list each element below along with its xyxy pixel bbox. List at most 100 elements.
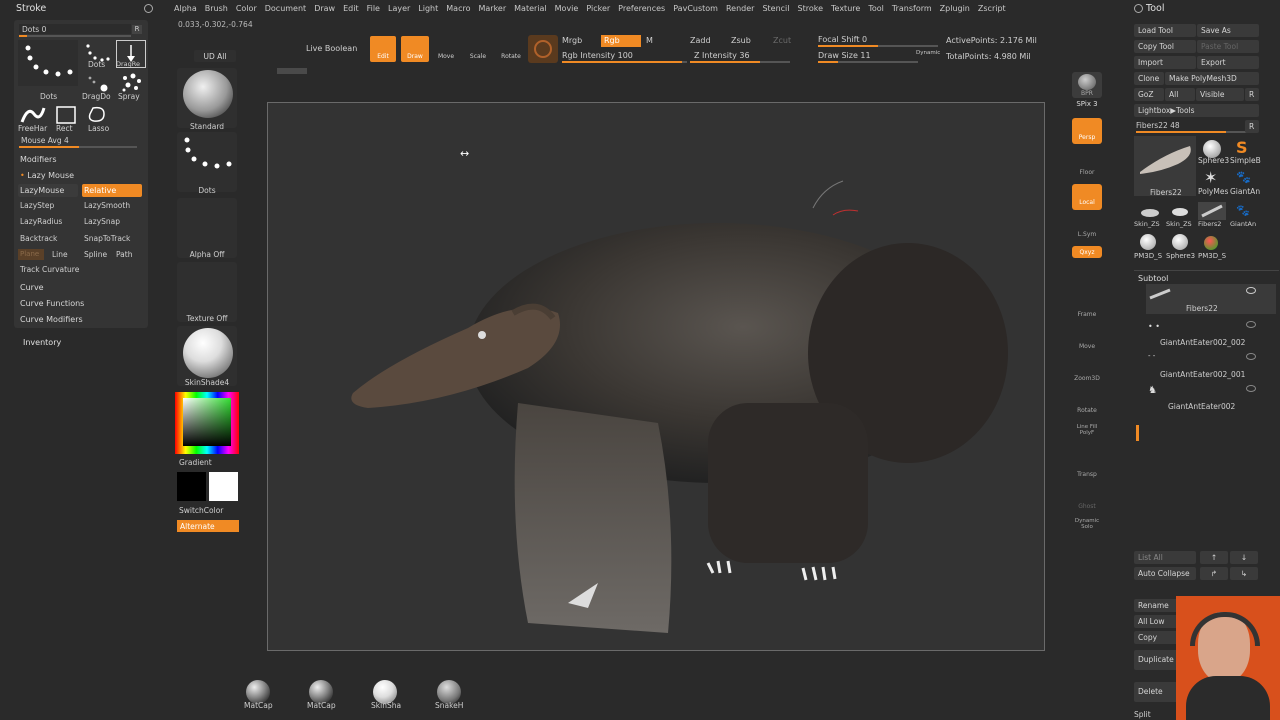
gradient-button[interactable]: Gradient bbox=[179, 458, 243, 467]
menu-document[interactable]: Document bbox=[261, 0, 310, 13]
backtrack-button[interactable]: Backtrack bbox=[20, 234, 57, 243]
menu-brush[interactable]: Brush bbox=[201, 0, 232, 13]
mrgb-button[interactable]: Mrgb bbox=[562, 36, 582, 45]
z-intensity-slider[interactable]: Z Intensity 36 bbox=[694, 51, 750, 60]
giantanteater-tool-icon[interactable]: 🐾 bbox=[1236, 204, 1250, 217]
plane-button[interactable]: Plane bbox=[18, 249, 44, 260]
subtool-scrollbar[interactable] bbox=[1136, 425, 1139, 441]
relative-button[interactable]: Relative bbox=[82, 184, 142, 197]
curve-section[interactable]: Curve bbox=[20, 283, 44, 292]
menu-pavcustom[interactable]: PavCustom bbox=[669, 0, 722, 13]
dots-slider[interactable]: Dots 0 bbox=[19, 24, 131, 34]
track-curvature-slider[interactable]: Track Curvature bbox=[20, 265, 79, 274]
rotate-button[interactable]: Rotate bbox=[497, 36, 525, 62]
fibers-tool-2[interactable] bbox=[1198, 202, 1226, 220]
mouse-avg-slider[interactable]: Mouse Avg 4 bbox=[19, 135, 137, 145]
subtool-section[interactable]: Subtool bbox=[1138, 274, 1168, 283]
auto-collapse-button[interactable]: Auto Collapse bbox=[1134, 567, 1196, 580]
lazy-mouse-section[interactable]: • Lazy Mouse bbox=[20, 171, 74, 180]
m-button[interactable]: M bbox=[646, 36, 653, 45]
zadd-button[interactable]: Zadd bbox=[690, 36, 711, 45]
line-button[interactable]: Line bbox=[52, 250, 68, 259]
menu-edit[interactable]: Edit bbox=[339, 0, 363, 13]
menu-material[interactable]: Material bbox=[510, 0, 551, 13]
menu-layer[interactable]: Layer bbox=[384, 0, 414, 13]
curve-functions-section[interactable]: Curve Functions bbox=[20, 299, 84, 308]
frame-button[interactable]: Frame bbox=[1072, 296, 1102, 322]
export-button[interactable]: Export bbox=[1197, 56, 1259, 69]
qxyz-button[interactable]: Qxyz bbox=[1072, 246, 1102, 258]
ghost-button[interactable]: Ghost bbox=[1072, 488, 1102, 514]
scroll-handle[interactable] bbox=[277, 68, 307, 74]
menu-draw[interactable]: Draw bbox=[310, 0, 339, 13]
bpr-button[interactable]: BPR bbox=[1072, 72, 1102, 98]
visibility-eye-icon[interactable] bbox=[1246, 321, 1256, 328]
texture-off-button[interactable] bbox=[177, 262, 237, 322]
move-up-button[interactable]: ↱ bbox=[1200, 567, 1228, 580]
visibility-eye-icon[interactable] bbox=[1246, 385, 1256, 392]
giantanteater-tool-icon[interactable]: 🐾 bbox=[1236, 170, 1251, 184]
draw-button[interactable]: Draw bbox=[401, 36, 429, 62]
goz-all-button[interactable]: All bbox=[1165, 88, 1195, 101]
tool-slider[interactable]: Fibers22 48 bbox=[1136, 121, 1180, 130]
live-boolean-button[interactable]: Live Boolean bbox=[306, 44, 357, 53]
zoom3d-button[interactable]: Zoom3D bbox=[1072, 360, 1102, 386]
material-swatch[interactable] bbox=[528, 35, 558, 63]
polymesh-star-icon[interactable]: ✶ bbox=[1204, 168, 1217, 187]
subtool-row-fibers[interactable]: Fibers22 bbox=[1146, 284, 1276, 314]
skin-zs-tool-1[interactable] bbox=[1138, 206, 1162, 218]
simplebrush-tool-icon[interactable]: S bbox=[1236, 138, 1248, 157]
menu-picker[interactable]: Picker bbox=[582, 0, 614, 13]
split-section[interactable]: Split bbox=[1134, 710, 1151, 719]
move-view-button[interactable]: Move bbox=[1072, 328, 1102, 354]
menu-file[interactable]: File bbox=[363, 0, 384, 13]
subtool-row-anteater[interactable]: ♞ GiantAntEater002 bbox=[1146, 382, 1276, 412]
zcut-button[interactable]: Zcut bbox=[773, 36, 791, 45]
menu-marker[interactable]: Marker bbox=[474, 0, 510, 13]
panel-dock-icon[interactable] bbox=[1134, 4, 1143, 13]
sphere3d-tool-icon[interactable] bbox=[1172, 234, 1188, 250]
goz-button[interactable]: GoZ bbox=[1134, 88, 1164, 101]
visibility-eye-icon[interactable] bbox=[1246, 287, 1256, 294]
edit-button[interactable]: Edit bbox=[370, 36, 396, 62]
menu-texture[interactable]: Texture bbox=[827, 0, 864, 13]
copy-tool-button[interactable]: Copy Tool bbox=[1134, 40, 1196, 53]
visibility-eye-icon[interactable] bbox=[1246, 353, 1256, 360]
menu-zplugin[interactable]: Zplugin bbox=[936, 0, 974, 13]
menu-transform[interactable]: Transform bbox=[888, 0, 936, 13]
menu-light[interactable]: Light bbox=[414, 0, 442, 13]
arrow-up-button[interactable]: ↑ bbox=[1200, 551, 1228, 564]
lazyradius-slider[interactable]: LazyRadius bbox=[20, 217, 62, 226]
tool-r-button[interactable]: R bbox=[1245, 120, 1259, 133]
menu-tool[interactable]: Tool bbox=[864, 0, 888, 13]
lazysmooth-slider[interactable]: LazySmooth bbox=[84, 201, 130, 210]
stroke-dots-shelf-button[interactable] bbox=[177, 132, 237, 192]
menu-stroke[interactable]: Stroke bbox=[794, 0, 828, 13]
inventory-section[interactable]: Inventory bbox=[23, 338, 61, 347]
arrow-down-button[interactable]: ↓ bbox=[1230, 551, 1258, 564]
rgb-intensity-slider[interactable]: Rgb Intensity 100 bbox=[562, 51, 633, 60]
move-button[interactable]: Move bbox=[433, 36, 459, 62]
visible-button[interactable]: Visible bbox=[1196, 88, 1244, 101]
pm3d-sphere-icon[interactable] bbox=[1140, 234, 1156, 250]
make-polymesh-button[interactable]: Make PolyMesh3D bbox=[1165, 72, 1259, 85]
rotate-view-button[interactable]: Rotate bbox=[1072, 392, 1102, 418]
color-picker[interactable] bbox=[175, 392, 239, 454]
alpha-off-button[interactable] bbox=[177, 198, 237, 258]
goz-r-button[interactable]: R bbox=[1245, 88, 1259, 101]
alternate-button[interactable]: Alternate bbox=[177, 520, 239, 532]
local-button[interactable]: Local bbox=[1072, 184, 1102, 210]
lsym-button[interactable]: L.Sym bbox=[1072, 216, 1102, 242]
rgb-button[interactable]: Rgb bbox=[601, 35, 641, 47]
subtool-row-anteater-002[interactable]: • • GiantAntEater002_002 bbox=[1146, 318, 1276, 348]
menu-preferences[interactable]: Preferences bbox=[614, 0, 669, 13]
material-skinshade-button[interactable] bbox=[177, 326, 237, 386]
persp-button[interactable]: Persp bbox=[1072, 118, 1102, 144]
reset-button[interactable]: R bbox=[132, 25, 142, 34]
color-picker-square[interactable] bbox=[183, 398, 231, 446]
list-all-button[interactable]: List All bbox=[1134, 551, 1196, 564]
ud-all-button[interactable]: UD All bbox=[194, 50, 236, 62]
menu-alpha[interactable]: Alpha bbox=[170, 0, 201, 13]
load-tool-button[interactable]: Load Tool bbox=[1134, 24, 1196, 37]
dynamic-button[interactable]: Dynamic bbox=[916, 50, 940, 56]
